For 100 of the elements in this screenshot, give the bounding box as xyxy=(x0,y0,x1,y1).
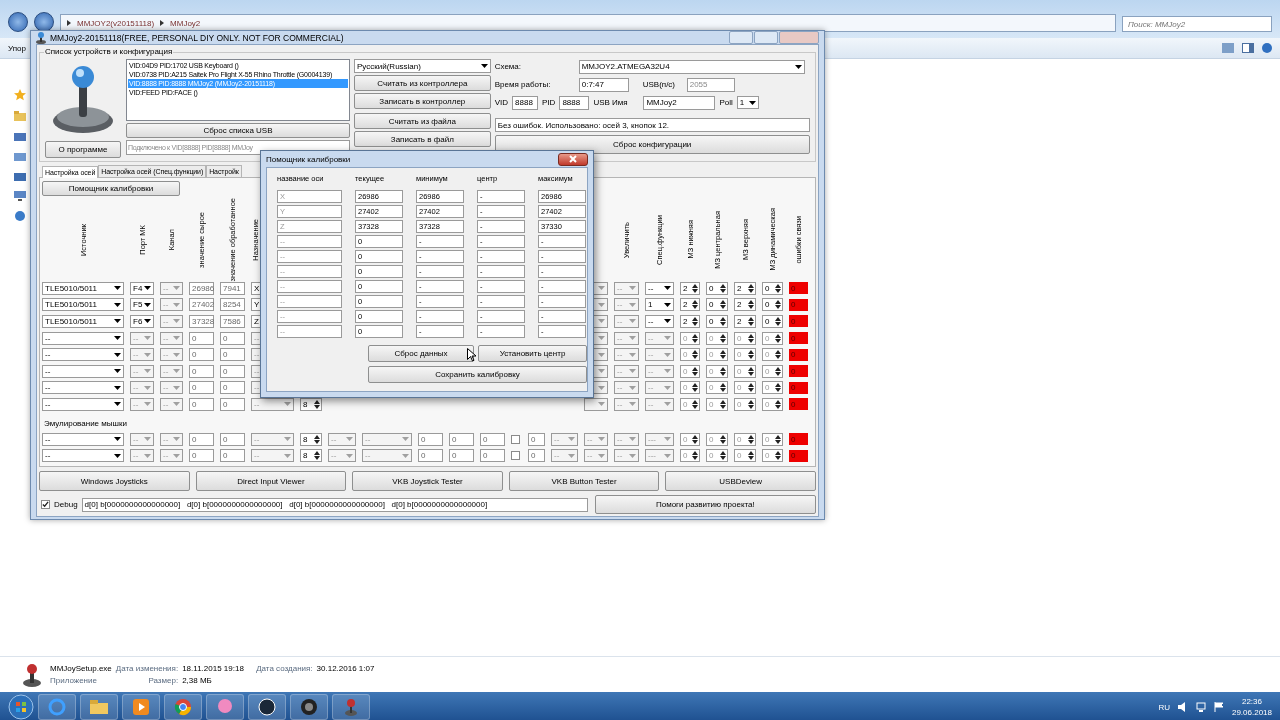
close-button[interactable] xyxy=(558,152,588,166)
dropdown[interactable]: -- xyxy=(42,364,124,378)
start-button[interactable] xyxy=(8,694,34,720)
action-button[interactable]: Считать из файла xyxy=(354,113,491,129)
tool-button[interactable]: VKB Button Tester xyxy=(508,471,660,491)
dropdown[interactable]: -- xyxy=(42,381,124,395)
breadcrumb-item[interactable]: MMJOY2(v20151118) xyxy=(77,18,155,28)
spin-box[interactable]: 0 xyxy=(706,281,728,295)
spin-arrows-icon xyxy=(720,350,726,360)
checkbox[interactable] xyxy=(41,500,50,509)
support-button[interactable]: Помоги развитию проекта! xyxy=(594,495,816,514)
reset-usb-button[interactable]: Сброс списка USB xyxy=(126,123,350,138)
dropdown[interactable]: F6 xyxy=(130,314,154,328)
clock[interactable]: 22:36 29.06.2018 xyxy=(1231,696,1272,718)
dropdown[interactable]: -- xyxy=(645,314,674,328)
spin-arrows-icon xyxy=(692,366,698,376)
dropdown-arrow-icon xyxy=(598,319,605,324)
file-type: Приложение xyxy=(50,676,98,685)
folder-icon[interactable] xyxy=(14,151,26,161)
folder-icon[interactable] xyxy=(14,131,26,141)
help-icon[interactable] xyxy=(1262,43,1272,53)
vid-field[interactable]: 8888 xyxy=(512,95,539,110)
dropdown[interactable]: TLE5010/5011 xyxy=(42,314,124,328)
dropdown-arrow-icon xyxy=(114,319,121,324)
action-button[interactable]: Записать в контроллер xyxy=(354,93,491,109)
set-center-button[interactable]: Установить центр xyxy=(478,345,587,362)
spin-arrows-icon xyxy=(314,451,320,461)
dropdown-arrow-icon xyxy=(568,453,575,458)
search-field[interactable]: Поиск: MMJoy2 xyxy=(1122,16,1272,32)
reset-data-button[interactable]: Сброс данных xyxy=(368,345,474,362)
action-button[interactable]: Записать в файл xyxy=(354,131,491,147)
usb-name-field[interactable]: MMJoy2 xyxy=(643,95,716,110)
computer-icon[interactable] xyxy=(14,191,26,201)
dropdown[interactable]: -- xyxy=(42,331,124,345)
dropdown[interactable]: -- xyxy=(42,449,124,463)
action-button[interactable]: Считать из контроллера xyxy=(354,75,491,91)
spin-box[interactable]: 8 xyxy=(300,432,322,446)
dropdown-arrow-icon xyxy=(598,453,605,458)
field-value: 18.11.2015 19:18 xyxy=(182,664,245,673)
tool-button[interactable]: VKB Joystick Tester xyxy=(352,471,503,491)
error-indicator: 0 xyxy=(789,398,808,411)
spin-arrows-icon xyxy=(720,366,726,376)
serial-field[interactable]: 2055 xyxy=(686,77,735,92)
dropdown[interactable]: 1 xyxy=(645,298,674,312)
address-bar[interactable]: MMJOY2(v20151118) MMJoy2 xyxy=(60,14,1116,32)
uptime-field[interactable]: 0:7:47 xyxy=(578,77,629,92)
flag-icon[interactable] xyxy=(1213,702,1224,712)
dropdown[interactable]: -- xyxy=(645,281,674,295)
pane-icon[interactable] xyxy=(1242,43,1254,53)
spin-box[interactable]: 0 xyxy=(762,314,783,328)
about-button[interactable]: О программе xyxy=(45,141,121,158)
taskbar-app[interactable] xyxy=(248,694,286,720)
tool-button[interactable]: Direct Input Viewer xyxy=(195,471,347,491)
language-dropdown[interactable]: Русский(Russian) xyxy=(354,59,491,73)
dropdown[interactable]: TLE5010/5011 xyxy=(42,281,124,295)
dropdown[interactable]: TLE5010/5011 xyxy=(42,298,124,312)
spin-arrows-icon xyxy=(748,400,754,409)
tool-button[interactable]: Windows Joysticks xyxy=(39,471,190,491)
spin-box[interactable]: 2 xyxy=(680,298,700,312)
network-icon[interactable] xyxy=(14,211,26,221)
schema-dropdown[interactable]: MMJOY2.ATMEGA32U4 xyxy=(578,59,805,74)
breadcrumb-item[interactable]: MMJoy2 xyxy=(170,18,201,28)
checkbox[interactable] xyxy=(511,434,520,444)
toolbar-menu[interactable]: Упор xyxy=(8,43,26,53)
window-title: MMJoy2-20151118(FREE, PERSONAL DIY ONLY. NOT FOR COMMERCIAL) xyxy=(50,32,344,43)
spin-box[interactable]: 2 xyxy=(734,314,756,328)
forward-button[interactable] xyxy=(34,12,54,32)
spin-box[interactable]: 0 xyxy=(762,298,783,312)
dropdown-arrow-icon xyxy=(664,319,671,324)
reset-config-button[interactable]: Сброс конфигурации xyxy=(494,135,810,154)
dropdown[interactable]: -- xyxy=(42,348,124,362)
dropdown[interactable]: F4 xyxy=(130,281,154,295)
spin-box[interactable]: 2 xyxy=(734,298,756,312)
spin-box[interactable]: 2 xyxy=(680,314,700,328)
folder-icon[interactable] xyxy=(14,171,26,181)
network-icon[interactable] xyxy=(1195,702,1206,712)
spin-box[interactable]: 0 xyxy=(762,281,783,295)
dropdown-arrow-icon xyxy=(402,437,409,442)
spin-box[interactable]: 2 xyxy=(680,281,700,295)
pid-field[interactable]: 8888 xyxy=(559,95,590,110)
checkbox[interactable] xyxy=(511,451,520,461)
spin-arrows-icon xyxy=(775,434,781,444)
spin-box[interactable]: 0 xyxy=(706,298,728,312)
spin-box[interactable]: 2 xyxy=(734,281,756,295)
save-calibration-button[interactable]: Сохранить калибровку xyxy=(368,366,587,383)
dropdown[interactable]: -- xyxy=(42,432,124,446)
tool-button[interactable]: USBDeview xyxy=(665,471,816,491)
dropdown[interactable]: F5 xyxy=(130,298,154,312)
calibration-button[interactable]: Помощник калибровки xyxy=(42,181,180,196)
language-indicator[interactable]: RU xyxy=(1158,702,1170,712)
spin-box[interactable]: 0 xyxy=(706,314,728,328)
poll-dropdown[interactable]: 1 xyxy=(736,96,759,109)
star-icon[interactable] xyxy=(14,89,26,101)
dropdown-arrow-icon xyxy=(144,336,151,341)
spin-box[interactable]: 8 xyxy=(300,449,322,463)
back-button[interactable] xyxy=(8,12,28,32)
taskbar-app[interactable] xyxy=(290,694,328,720)
dropdown[interactable]: -- xyxy=(42,398,124,411)
field-label: USB Имя xyxy=(593,98,629,107)
speaker-icon[interactable] xyxy=(1177,702,1188,712)
